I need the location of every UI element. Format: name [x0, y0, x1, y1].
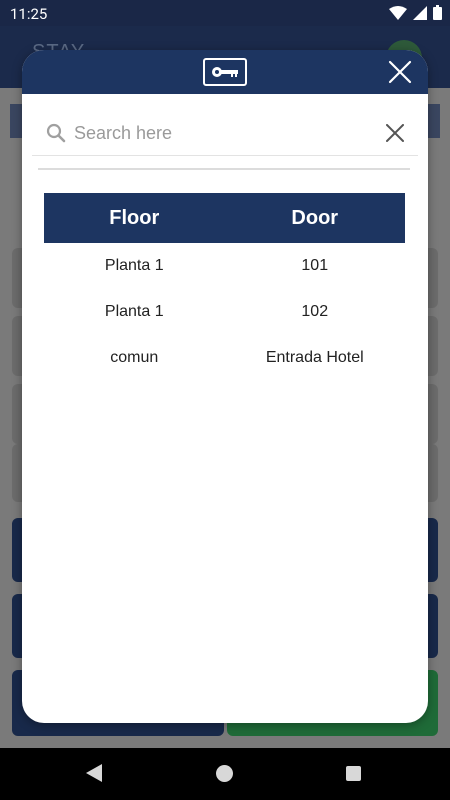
- wifi-icon: [389, 5, 407, 20]
- search-bar: [32, 110, 418, 156]
- table-row[interactable]: comun Entrada Hotel: [44, 335, 405, 381]
- floor-cell: comun: [110, 349, 159, 366]
- door-cell: Entrada Hotel: [265, 349, 364, 366]
- battery-icon: [433, 5, 442, 20]
- door-cell: 102: [301, 303, 329, 320]
- navigation-bar: [0, 748, 450, 800]
- modal-header: [22, 50, 428, 94]
- divider: [38, 168, 410, 170]
- column-header-door: Door: [291, 206, 339, 229]
- back-icon[interactable]: [86, 764, 102, 782]
- column-header-floor: Floor: [109, 206, 160, 229]
- signal-icon: [413, 5, 427, 20]
- search-input[interactable]: [74, 118, 364, 148]
- door-cell: 101: [301, 257, 329, 274]
- table-header: Floor Door: [44, 193, 405, 243]
- keys-table: Floor Door Planta 1 101 Planta 1 102 com…: [44, 193, 405, 381]
- status-icons: [389, 5, 442, 20]
- search-icon: [46, 123, 66, 143]
- table-row[interactable]: Planta 1 101: [44, 243, 405, 289]
- clear-search-icon[interactable]: [386, 124, 404, 142]
- recents-icon[interactable]: [346, 766, 361, 781]
- key-icon: [203, 58, 247, 86]
- table-row[interactable]: Planta 1 102: [44, 289, 405, 335]
- close-icon[interactable]: [388, 60, 412, 84]
- status-bar: 11:25: [0, 0, 450, 26]
- floor-cell: Planta 1: [104, 257, 164, 274]
- status-time: 11:25: [10, 5, 48, 23]
- home-icon[interactable]: [216, 765, 233, 782]
- floor-cell: Planta 1: [104, 303, 164, 320]
- keys-modal: Floor Door Planta 1 101 Planta 1 102 com…: [22, 50, 428, 723]
